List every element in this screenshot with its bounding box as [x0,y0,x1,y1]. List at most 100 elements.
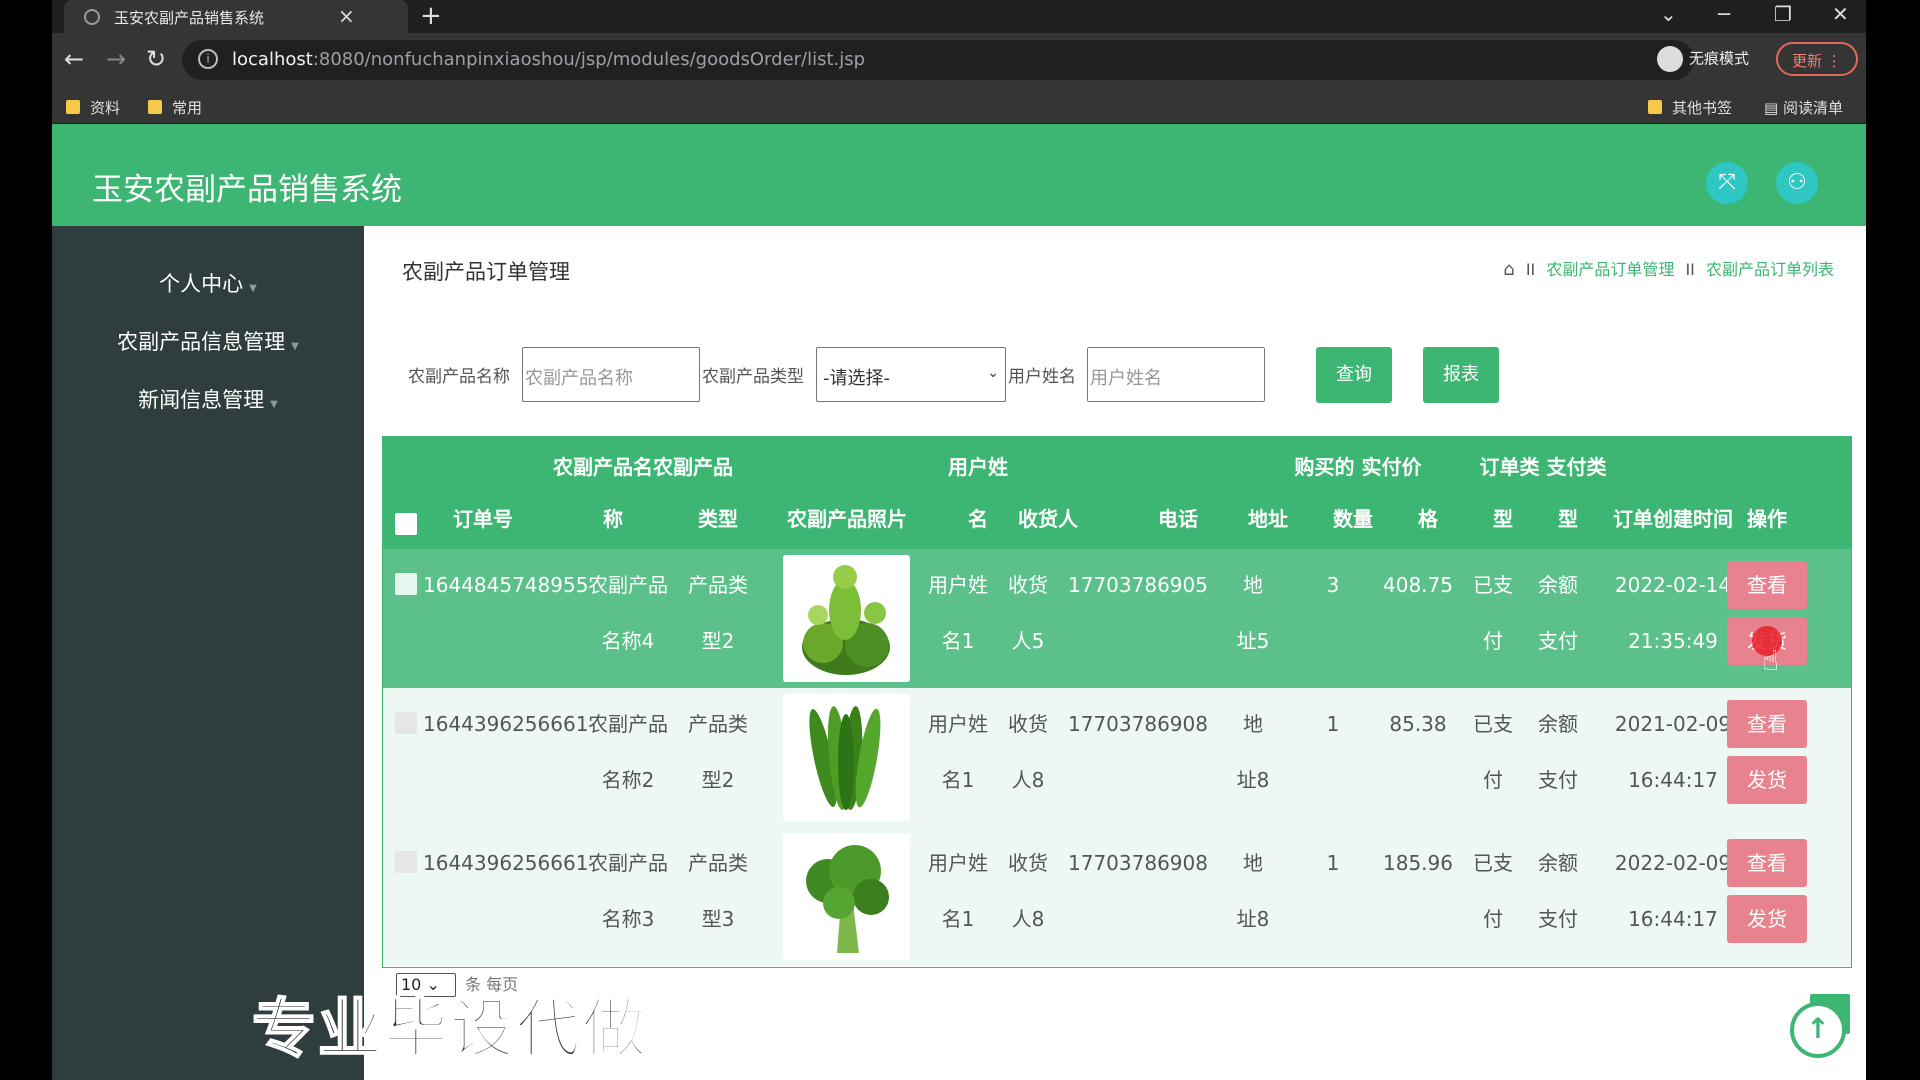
table-row[interactable]: 1644845748955 农副产品 名称4 产品类 型2 用户姓 名1 收货 … [383,549,1851,688]
header-otype-ptype-line1: 订单类 支付类 [1479,455,1607,479]
product-name-cell-line2: 名称2 [601,768,655,792]
pay-type-cell-line2: 支付 [1538,907,1578,931]
orders-table: 订单号 农副产品名农副产品 称 类型 农副产品照片 用户姓 名 收货人 电话 地… [382,436,1852,968]
pay-type-cell: 余额 [1538,573,1578,597]
window-close-icon[interactable]: ✕ [1832,2,1849,26]
other-bookmarks[interactable]: 其他书签 [1648,97,1732,118]
tab-title: 玉安农副产品销售系统 [114,9,265,27]
restore-icon[interactable]: ❐ [1774,2,1792,26]
bookmark-folder-1[interactable]: 资料 [66,97,120,118]
reading-list-icon: ▤ [1764,99,1783,117]
product-name-cell-line2: 名称4 [601,629,655,653]
header-receiver: 收货人 [1018,507,1078,531]
order-type-cell-line2: 付 [1483,768,1503,792]
address-cell: 地 [1243,851,1263,875]
product-type-cell-line2: 型2 [701,629,735,653]
user-name-cell: 用户姓 [928,851,988,875]
home-icon[interactable]: ⌂ [1503,259,1514,280]
sidebar-item-personal-center[interactable]: 个人中心 ▼ [52,268,364,298]
ship-button[interactable]: 发货 [1727,756,1807,804]
minimize-icon[interactable]: ─ [1718,2,1730,26]
view-button[interactable]: 查看 [1727,700,1807,748]
receiver-cell: 收货 [1008,851,1048,875]
qty-cell: 3 [1326,573,1340,597]
user-icon[interactable]: ⚇ [1776,162,1818,204]
view-button[interactable]: 查看 [1727,839,1807,887]
caret-icon: ▼ [291,341,299,352]
receiver-cell: 收货 [1008,712,1048,736]
select-all-checkbox[interactable] [395,513,417,535]
user-name-cell-line2: 名1 [941,907,975,931]
browser-tab[interactable]: 玉安农副产品销售系统 × [64,0,408,33]
address-cell: 地 [1243,712,1263,736]
new-tab-button[interactable]: + [420,1,442,31]
sidebar-item-news-management[interactable]: 新闻信息管理 ▼ [52,384,364,414]
row-checkbox[interactable] [395,712,417,734]
sidebar-item-product-management[interactable]: 农副产品信息管理 ▼ [52,326,364,356]
back-to-top-icon[interactable]: ↑ [1790,1002,1846,1058]
bookmarks-bar: 资料 常用 其他书签 ▤ 阅读清单 [52,89,1866,124]
header-order-no: 订单号 [453,507,513,531]
query-button[interactable]: 查询 [1316,347,1392,403]
product-type-cell-line2: 型2 [701,768,735,792]
url-text: localhost:8080/nonfuchanpinxiaoshou/jsp/… [232,49,866,70]
reading-list[interactable]: ▤ 阅读清单 [1764,97,1843,118]
header-name-line2: 称 [603,507,623,531]
tab-search-icon[interactable]: ⌄ [1660,2,1677,26]
view-button[interactable]: 查看 [1727,561,1807,609]
product-name-cell: 农副产品 [588,851,668,875]
header-user-line1: 用户姓 [948,455,1008,479]
letterbox-right [1866,0,1920,1080]
report-button[interactable]: 报表 [1423,347,1499,403]
created-date-cell: 2021-02-09 [1614,712,1732,736]
product-type-cell: 产品类 [688,712,748,736]
address-cell-line2: 址8 [1236,768,1270,792]
pay-type-cell: 余额 [1538,712,1578,736]
order-type-cell: 已支 [1473,851,1513,875]
user-name-input[interactable]: 用户姓名 [1087,347,1265,402]
price-cell: 85.38 [1389,712,1447,736]
product-name-cell-line2: 名称3 [601,907,655,931]
green-beans-image [783,694,910,821]
breadcrumb-item-order-list[interactable]: 农副产品订单列表 [1706,260,1834,279]
header-name-line1: 农副产品名农副产品 [553,455,733,479]
update-button[interactable]: 更新 ⋮ [1776,42,1858,76]
watermark-text: 专业毕设代做 [251,992,648,1068]
table-row[interactable]: 1644396256661 农副产品 名称3 产品类 型3 用户姓 名1 收货 … [383,827,1851,966]
forward-icon[interactable]: → [106,45,126,73]
folder-icon [1648,100,1662,114]
browser-tabstrip: 玉安农副产品销售系统 × + ⌄ ─ ❐ ✕ [52,0,1866,33]
product-photo [783,694,910,821]
created-date-cell: 2022-02-09 [1614,851,1732,875]
app-header: 玉安农副产品销售系统 ⤧ ⚇ [52,124,1866,226]
page-title: 农副产品订单管理 [402,260,570,284]
back-icon[interactable]: ← [64,45,84,73]
row-checkbox[interactable] [395,573,417,595]
user-name-cell: 用户姓 [928,573,988,597]
ship-button[interactable]: 发货 [1727,895,1807,943]
price-cell: 408.75 [1383,573,1453,597]
product-type-cell: 产品类 [688,851,748,875]
address-bar[interactable]: i localhost:8080/nonfuchanpinxiaoshou/js… [182,40,1694,80]
user-name-cell-line2: 名1 [941,629,975,653]
header-ptype-line2: 型 [1558,507,1578,531]
incognito-indicator[interactable]: 无痕模式 [1657,46,1749,72]
fullscreen-icon[interactable]: ⤧ [1706,162,1748,204]
app-title: 玉安农副产品销售系统 [92,172,402,208]
pay-type-cell-line2: 支付 [1538,629,1578,653]
table-row[interactable]: 1644396256661 农副产品 名称2 产品类 型2 用户姓 名1 收货 … [383,688,1851,827]
site-info-icon[interactable]: i [198,49,218,69]
order-no-cell: 1644396256661 [423,851,589,875]
product-name-input[interactable]: 农副产品名称 [522,347,700,402]
reload-icon[interactable]: ↻ [146,45,166,73]
breadcrumb-item-order-management[interactable]: 农副产品订单管理 [1546,260,1674,279]
bookmark-folder-2[interactable]: 常用 [148,97,202,118]
table-header: 订单号 农副产品名农副产品 称 类型 农副产品照片 用户姓 名 收货人 电话 地… [383,437,1851,549]
row-checkbox[interactable] [395,851,417,873]
browser-toolbar: ← → ↻ i localhost:8080/nonfuchanpinxiaos… [52,33,1866,89]
incognito-icon [1657,46,1683,72]
broccoli-image [783,833,910,960]
created-time-cell: 16:44:17 [1628,768,1718,792]
product-type-select[interactable]: -请选择- ⌄ [816,347,1006,402]
tab-close-icon[interactable]: × [338,4,355,28]
